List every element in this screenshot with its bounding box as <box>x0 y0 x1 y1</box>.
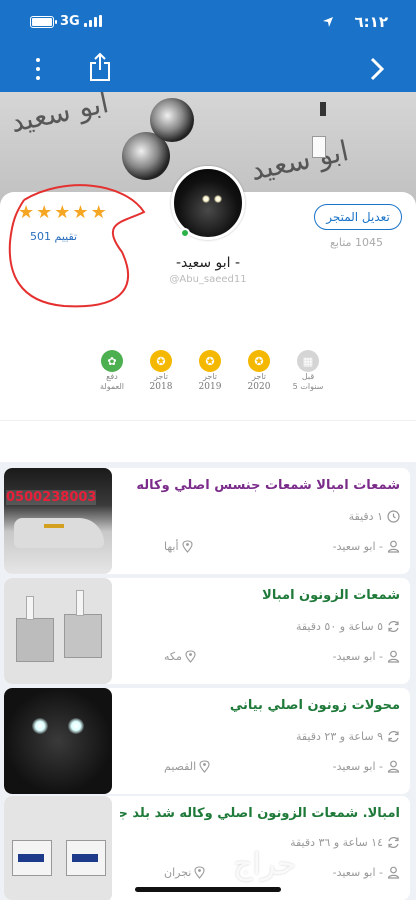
listing-title[interactable]: شمعات الزونون امبالا <box>120 588 400 603</box>
rating-stars: ★ ★ ★ ★ ★ <box>18 202 107 223</box>
home-indicator[interactable] <box>135 887 281 892</box>
more-menu-icon[interactable] <box>28 56 48 82</box>
brand-watermark: حراج <box>233 847 296 882</box>
listing-city: نجران <box>164 866 205 879</box>
section-divider <box>0 420 416 462</box>
network-type: 3G <box>60 14 80 29</box>
map-pin-icon <box>199 760 210 773</box>
map-pin-icon <box>181 540 193 553</box>
listing-seller: - ابو سعيد- <box>333 866 400 879</box>
calendar-icon: ▦ <box>297 350 319 372</box>
rating-count[interactable]: 501 تقييم <box>30 230 77 243</box>
share-icon[interactable] <box>88 52 112 82</box>
user-icon <box>387 650 400 663</box>
medal-icon: ✪ <box>248 350 270 372</box>
user-icon <box>387 540 400 553</box>
listing-card[interactable]: امبالا. شمعات الزونون اصلي وكاله شد بلد … <box>4 796 410 900</box>
badge-member-since: ▦ قبل 5 سنوات <box>286 350 330 392</box>
listing-time: ١٤ ساعة و ٣٦ دقيقة <box>290 836 400 849</box>
cover-watermark: ابو سعيد <box>247 134 352 187</box>
phone-number-overlay: 0500238003 <box>6 490 97 505</box>
listing-thumbnail[interactable]: 0500238003 <box>4 468 112 574</box>
listing-card[interactable]: 0500238003 شمعات امبالا شمعات جنسس اصلي … <box>4 468 410 574</box>
store-handle: @Abu_saeed11 <box>169 274 247 285</box>
map-pin-icon <box>185 650 196 663</box>
listing-time: ٥ ساعة و ٥٠ دقيقة <box>296 620 400 633</box>
listing-title[interactable]: امبالا. شمعات الزونون اصلي وكاله شد بلد … <box>120 806 400 821</box>
listing-title[interactable]: محولات زونون اصلي بياني <box>120 698 400 713</box>
refresh-icon <box>388 837 399 848</box>
gear-check-icon: ✿ <box>101 350 123 372</box>
listing-seller: - ابو سعيد- <box>333 760 400 773</box>
online-status-dot <box>180 228 190 238</box>
listing-city: القصيم <box>164 760 210 773</box>
badge-merchant-2019: ✪ تاجر 2019 <box>188 350 232 392</box>
badge-merchant-2018: ✪ تاجر 2018 <box>139 350 183 392</box>
battery-icon <box>30 16 57 28</box>
listing-city: أبها <box>164 540 193 553</box>
badge-commission-paid: ✿ دفع العمولة <box>90 350 134 392</box>
status-bar: 3G ٦:١٢ <box>0 0 416 44</box>
listing-seller: - ابو سعيد- <box>333 540 400 553</box>
medal-icon: ✪ <box>150 350 172 372</box>
clock-icon <box>387 510 400 523</box>
badge-row: ✿ دفع العمولة ✪ تاجر 2018 ✪ تاجر 2019 ✪ … <box>90 350 330 392</box>
chevron-right-icon[interactable] <box>368 56 386 82</box>
listing-card[interactable]: شمعات الزونون امبالا ٥ ساعة و ٥٠ دقيقة -… <box>4 578 410 684</box>
listing-thumbnail[interactable] <box>4 578 112 684</box>
listing-time: ١ دقيقة <box>349 510 400 523</box>
listing-thumbnail[interactable] <box>4 688 112 794</box>
user-icon <box>387 866 400 879</box>
signal-icon <box>84 15 102 27</box>
listing-card[interactable]: محولات زونون اصلي بياني ٩ ساعة و ٢٣ دقيق… <box>4 688 410 794</box>
edit-store-button[interactable]: تعديل المتجر <box>314 204 402 230</box>
refresh-icon <box>388 731 399 742</box>
listing-thumbnail[interactable] <box>4 796 112 900</box>
user-icon <box>387 760 400 773</box>
top-app-bar <box>0 44 416 92</box>
listing-city: مكه <box>164 650 196 663</box>
listing-title[interactable]: شمعات امبالا شمعات جنسس اصلي وكاله <box>120 478 400 493</box>
listing-time: ٩ ساعة و ٢٣ دقيقة <box>296 730 400 743</box>
medal-icon: ✪ <box>199 350 221 372</box>
location-arrow-icon <box>323 17 333 27</box>
clock: ٦:١٢ <box>354 13 388 31</box>
badge-merchant-2020: ✪ تاجر 2020 <box>237 350 281 392</box>
store-name: -ابو سعيد - <box>175 255 241 271</box>
cover-watermark: ابو سعيد <box>7 92 112 139</box>
refresh-icon <box>388 621 399 632</box>
followers-count[interactable]: 1045 متابع <box>330 236 383 249</box>
listing-seller: - ابو سعيد- <box>333 650 400 663</box>
map-pin-icon <box>194 866 205 879</box>
